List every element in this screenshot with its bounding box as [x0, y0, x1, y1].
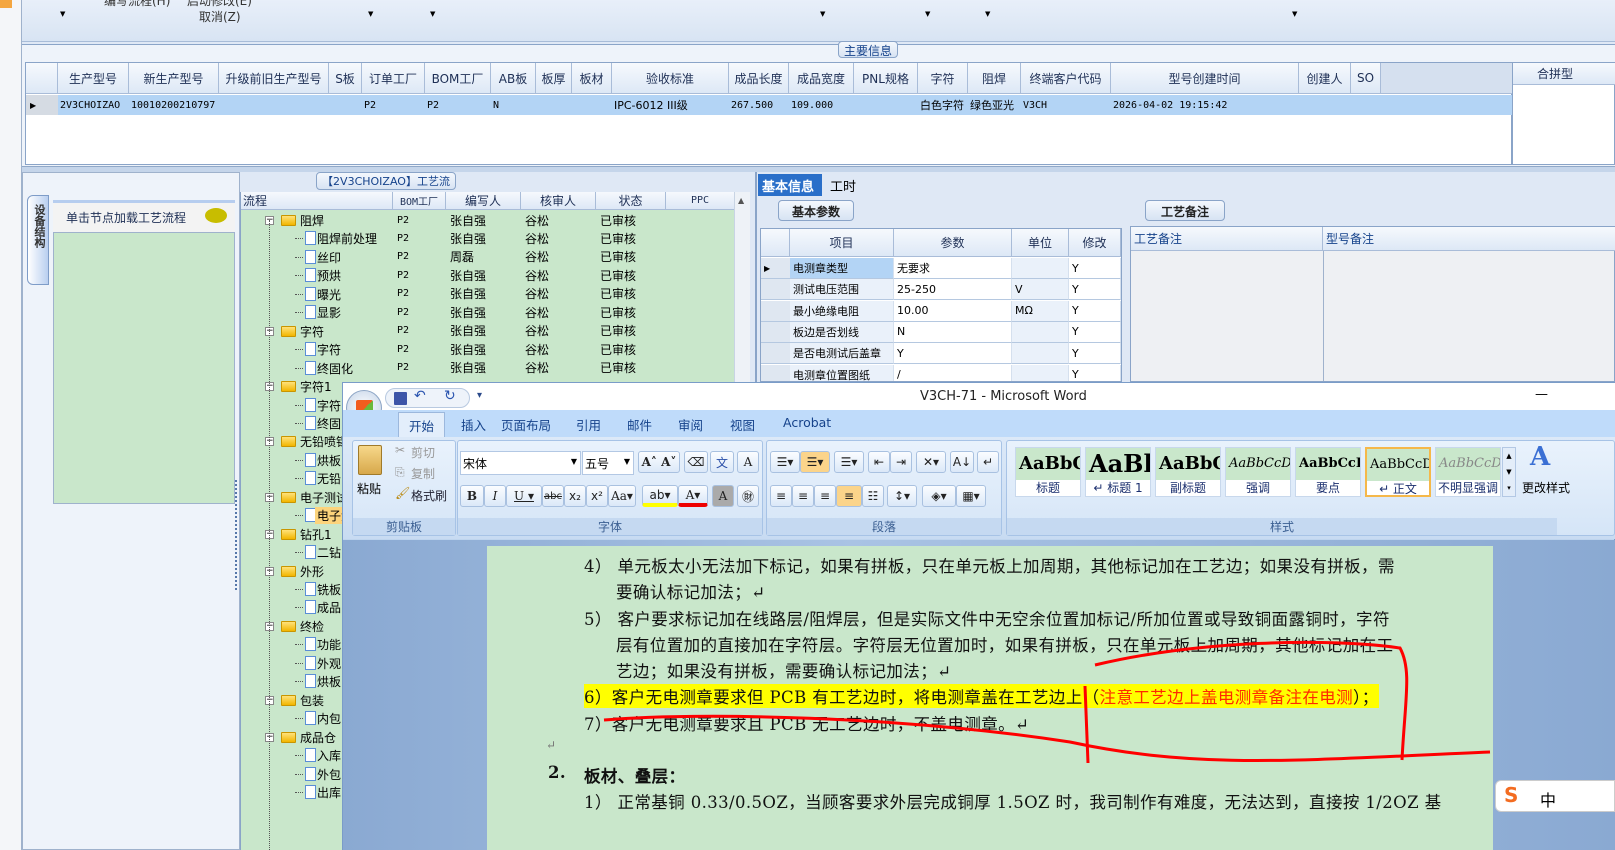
sogou-logo-icon: S [1504, 783, 1519, 807]
red-annotation [603, 640, 1491, 764]
annotation-stroke [1094, 640, 1409, 761]
ime-widget[interactable]: S 中 [1495, 780, 1615, 812]
ime-mode[interactable]: 中 [1540, 787, 1556, 811]
annotation-stroke [1083, 685, 1090, 764]
annotation-stroke [603, 714, 1491, 762]
